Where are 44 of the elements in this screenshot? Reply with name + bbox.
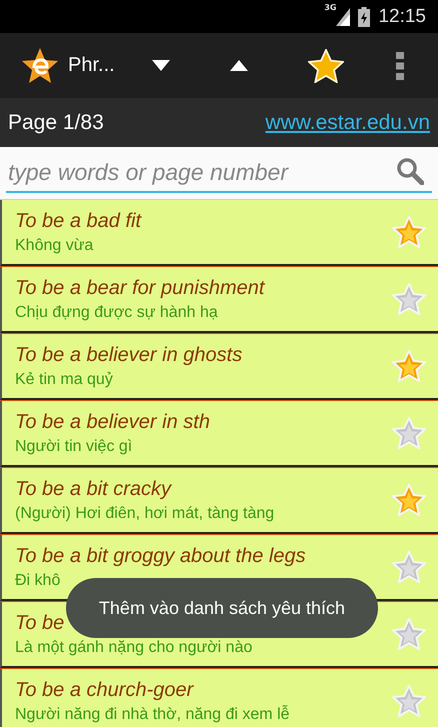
app-title: Phr... [68, 54, 116, 77]
star-icon[interactable] [392, 618, 426, 650]
phrase-text: To be [15, 612, 66, 634]
phrase-text: To be a bit groggy about the legs [15, 544, 307, 568]
phrase-row[interactable]: To be a bad fit Không vừa [0, 200, 438, 266]
phrase-text: To be a church-goer [15, 678, 195, 702]
phrase-row[interactable]: To be a bit cracky (Người) Hơi điên, hơi mát, tàng tàng [0, 468, 438, 534]
phrase-row[interactable]: To be a bear for punishment Chịu đựng được sự hành hạ [0, 267, 438, 333]
meaning-text: Đi khô [15, 572, 62, 590]
phrase-text: To be a bad fit [15, 210, 143, 232]
star-icon[interactable] [308, 48, 344, 82]
meaning-text: Người năng đi nhà thờ, năng đi xem lễ [15, 706, 291, 724]
app-logo-icon[interactable] [20, 46, 60, 86]
overflow-menu-icon[interactable] [396, 52, 404, 80]
phrase-row[interactable]: To be a believer in sth Người tin việc gì [0, 401, 438, 467]
clock: 12:15 [378, 6, 426, 28]
phrase-text: To be a believer in sth [15, 410, 211, 434]
triangle-up-icon[interactable] [230, 60, 248, 71]
battery-icon [358, 6, 370, 26]
meaning-text: Kẻ tin ma quỷ [15, 370, 114, 388]
signal-icon [336, 8, 350, 26]
star-icon[interactable] [392, 283, 426, 315]
meaning-text: Là một gánh nặng cho người nào [15, 638, 254, 656]
website-link[interactable]: www.estar.edu.vn [265, 110, 430, 134]
triangle-down-icon[interactable] [152, 60, 170, 71]
network-label: 3G [324, 3, 336, 12]
star-icon[interactable] [392, 350, 426, 382]
star-icon[interactable] [392, 551, 426, 583]
search-icon[interactable] [396, 157, 424, 185]
phrase-text: To be a bit cracky [15, 478, 173, 500]
star-icon[interactable] [392, 216, 426, 248]
meaning-text: Không vừa [15, 236, 94, 254]
meaning-text: Chịu đựng được sự hành hạ [15, 304, 219, 322]
page-indicator: Page 1/83 [8, 110, 104, 134]
meaning-text: (Người) Hơi điên, hơi mát, tàng tàng [15, 504, 276, 522]
star-icon[interactable] [392, 685, 426, 717]
toast-message: Thêm vào danh sách yêu thích [66, 578, 378, 638]
star-icon[interactable] [392, 417, 426, 449]
phrase-row[interactable]: To be a believer in ghosts Kẻ tin ma quỷ [0, 334, 438, 400]
phrase-row[interactable]: To be a church-goer Người năng đi nhà thờ, năng đi xem lễ [0, 669, 438, 727]
meaning-text: Người tin việc gì [15, 438, 134, 456]
phrase-text: To be a believer in ghosts [15, 344, 244, 366]
phrase-text: To be a bear for punishment [15, 276, 266, 300]
star-icon[interactable] [392, 484, 426, 516]
